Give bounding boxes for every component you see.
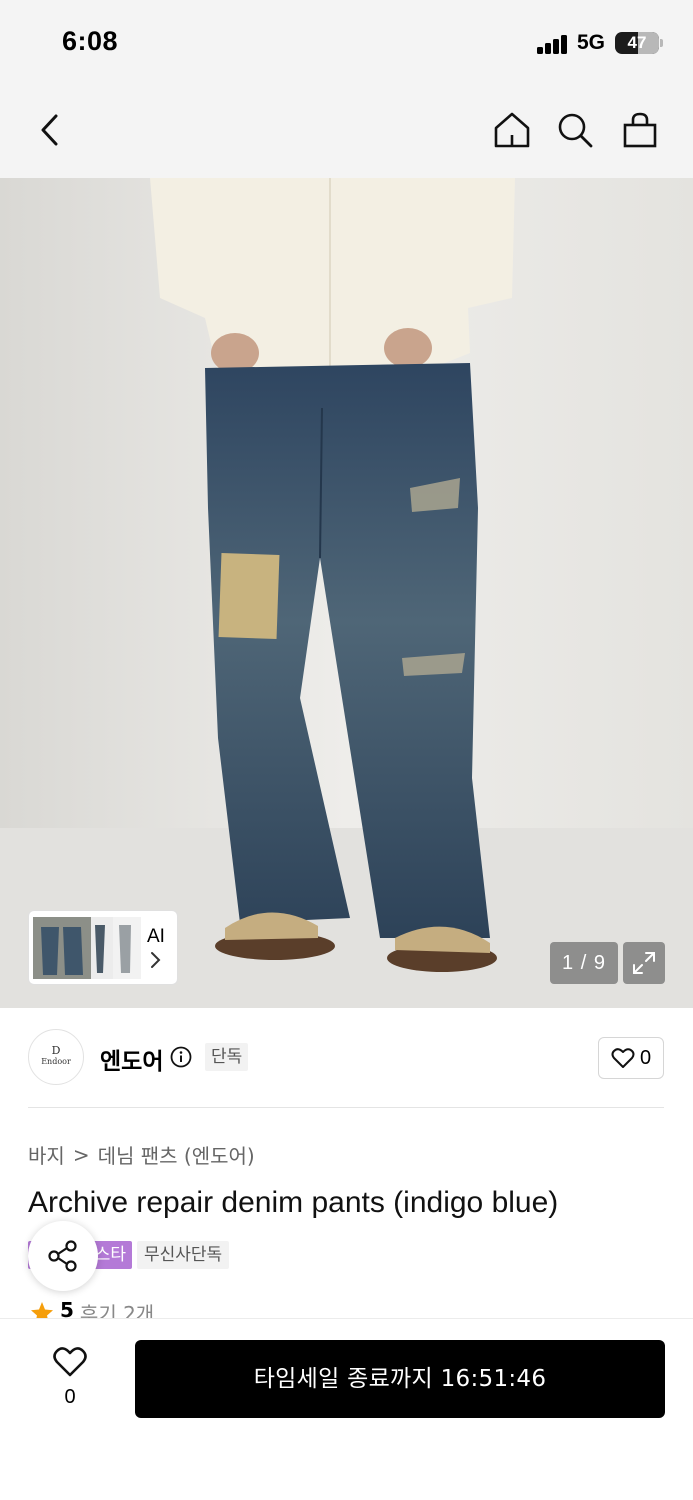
brand-name[interactable]: 엔도어 [100, 1042, 163, 1076]
signal-icon [537, 34, 569, 54]
back-button[interactable] [28, 108, 72, 152]
shopping-bag-icon [623, 112, 657, 148]
heart-icon [53, 1347, 87, 1377]
product-photo [0, 178, 693, 1008]
breadcrumb: 바지 > 데님 팬츠 (엔도어) [28, 1140, 255, 1169]
battery-icon: 47 [615, 32, 659, 54]
musinsa-exclusive-badge: 무신사단독 [137, 1241, 230, 1269]
review-count[interactable]: 후기 2개 [80, 1298, 154, 1320]
top-nav [0, 88, 693, 178]
like-count: 0 [64, 1386, 76, 1408]
info-icon[interactable] [170, 1046, 192, 1068]
chevron-left-icon [41, 114, 58, 146]
rating-score: 5 [60, 1298, 74, 1320]
battery-nub [660, 39, 663, 47]
thumbnail-images [33, 917, 141, 979]
product-image[interactable] [0, 178, 693, 1008]
expand-button[interactable] [623, 942, 665, 984]
breadcrumb-subcategory[interactable]: 데님 팬츠 (엔도어) [98, 1140, 255, 1169]
divider [28, 1107, 664, 1108]
home-icon [494, 112, 530, 148]
exclusive-tag: 단독 [205, 1043, 249, 1071]
heart-icon [611, 1048, 635, 1068]
rating-row[interactable]: 5 후기 2개 [30, 1298, 154, 1320]
product-title: Archive repair denim pants (indigo blue) [28, 1186, 559, 1219]
brand-like-count: 0 [639, 1046, 652, 1069]
home-button[interactable] [490, 108, 534, 152]
breadcrumb-separator: > [72, 1142, 90, 1167]
brand-like-button[interactable]: 0 [598, 1037, 664, 1079]
status-bar: 6:08 5G 47 [0, 0, 693, 88]
expand-icon [633, 952, 655, 974]
cart-button[interactable] [618, 108, 662, 152]
status-time: 6:08 [62, 26, 119, 56]
chevron-right-icon [151, 952, 161, 968]
battery-percent: 47 [627, 33, 647, 52]
network-label: 5G [577, 31, 606, 54]
brand-logo[interactable]: D Endoor [28, 1029, 84, 1085]
ai-label: AI [147, 926, 165, 947]
brand-logo-letter: D [51, 1044, 61, 1057]
search-icon [558, 113, 593, 148]
share-icon [48, 1240, 77, 1272]
time-sale-button[interactable]: 타임세일 종료까지 16:51:46 [135, 1340, 665, 1418]
share-button[interactable] [28, 1221, 98, 1291]
search-button[interactable] [553, 108, 597, 152]
brand-logo-text: Endoor [41, 1057, 71, 1066]
image-counter: 1 / 9 [550, 942, 618, 984]
breadcrumb-category[interactable]: 바지 [28, 1140, 65, 1169]
